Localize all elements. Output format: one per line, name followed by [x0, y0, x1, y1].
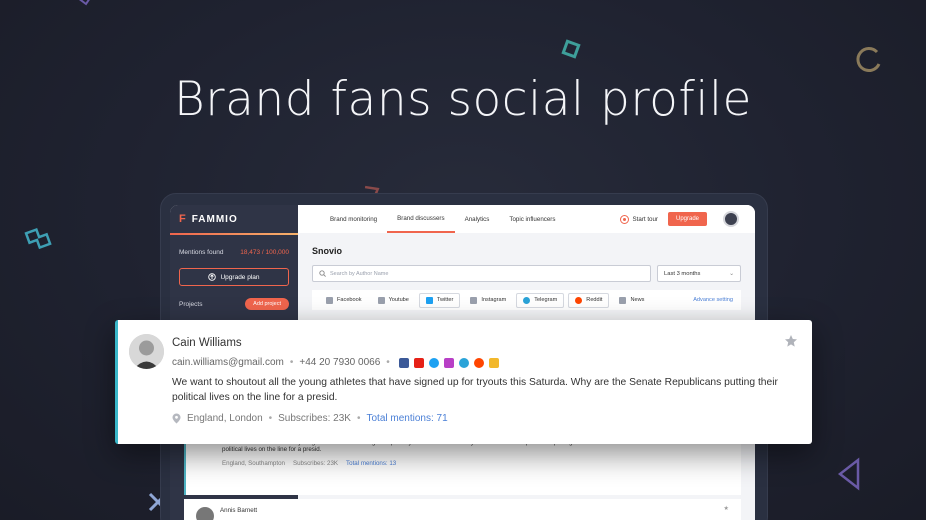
advance-setting-link[interactable]: Advance setting: [693, 297, 733, 303]
search-icon: [319, 270, 326, 277]
total-mentions-link[interactable]: Total mentions: 13: [346, 460, 396, 467]
separator-dot: •: [268, 413, 273, 424]
start-tour-label: Start tour: [632, 215, 658, 223]
youtube-icon[interactable]: [413, 357, 424, 368]
upgrade-plan-label: Upgrade plan: [220, 273, 260, 281]
tab-topic-influencers[interactable]: Topic influencers: [499, 205, 565, 233]
chevron-down-icon: ⌄: [729, 270, 734, 277]
twitter-icon: [425, 296, 433, 304]
profile-card[interactable]: Cain Williams cain.williams@gmail.com • …: [115, 320, 812, 444]
page-title: Snovio: [312, 246, 343, 256]
search-input[interactable]: Search by Author Name: [312, 265, 651, 282]
separator-dot: •: [386, 357, 390, 368]
twitter-icon[interactable]: [428, 357, 439, 368]
post-meta: England, London • Subscribes: 23K • Tota…: [172, 413, 448, 424]
news-icon[interactable]: [488, 357, 499, 368]
post-meta: England, Southampton Subscribes: 23K Tot…: [222, 460, 731, 467]
channel-label: Telegram: [534, 297, 558, 303]
subscribes-text: Subscribes: 23K: [292, 460, 339, 467]
telegram-icon[interactable]: [458, 357, 469, 368]
channel-instagram[interactable]: Instagram: [464, 294, 512, 307]
news-icon: [619, 296, 627, 304]
tab-analytics[interactable]: Analytics: [455, 205, 500, 233]
channel-label: Youtube: [388, 297, 409, 303]
cross-deco-icon: [24, 227, 52, 250]
author-name: Annis Barnett: [220, 507, 258, 514]
total-mentions-link[interactable]: Total mentions: 71: [366, 413, 447, 424]
logo-f-icon: F: [179, 213, 187, 225]
channel-twitter[interactable]: Twitter: [418, 292, 461, 308]
projects-row: Projects Add project: [179, 298, 289, 310]
telegram-icon: [523, 296, 531, 304]
user-avatar[interactable]: [723, 211, 739, 227]
square-deco-icon: [561, 39, 581, 59]
period-value: Last 3 months: [664, 270, 701, 277]
location-text: England, London: [187, 413, 263, 424]
avatar: [196, 507, 214, 520]
facebook-icon: [326, 296, 333, 304]
upgrade-plan-button[interactable]: Upgrade plan: [179, 268, 289, 286]
channel-facebook[interactable]: Facebook: [320, 294, 368, 307]
avatar: [129, 334, 164, 369]
youtube-icon: [377, 296, 385, 304]
phone-text: +44 20 7930 0066: [299, 357, 381, 368]
instagram-icon: [470, 296, 478, 304]
channel-label: Reddit: [586, 297, 603, 303]
mentions-found: Mentions found 18,473 / 100,000: [179, 249, 289, 256]
upgrade-button[interactable]: Upgrade: [667, 212, 707, 226]
hero-title: Brand fans social profile: [174, 72, 752, 127]
facebook-icon[interactable]: [398, 357, 409, 368]
list-item[interactable]: Annis Barnett ★: [184, 499, 741, 520]
search-placeholder: Search by Author Name: [330, 270, 389, 277]
channel-label: Facebook: [337, 297, 362, 303]
add-project-button[interactable]: Add project: [245, 298, 289, 310]
email-text[interactable]: cain.williams@gmail.com: [172, 357, 284, 368]
separator-dot: •: [289, 357, 294, 368]
channel-filter: Facebook Youtube Twitter Instagram Teleg…: [312, 290, 741, 310]
triangle-deco-icon: [79, 0, 90, 6]
contact-row: cain.williams@gmail.com • +44 20 7930 00…: [172, 357, 499, 368]
instagram-icon[interactable]: [443, 357, 454, 368]
channel-youtube[interactable]: Youtube: [372, 294, 415, 307]
mentions-value: 18,473 / 100,000: [240, 249, 289, 256]
projects-label: Projects: [179, 300, 203, 308]
start-tour-button[interactable]: Start tour: [619, 214, 668, 224]
channel-label: Twitter: [436, 297, 454, 303]
topbar: Brand monitoring Brand discussers Analyt…: [298, 205, 755, 233]
channel-news[interactable]: News: [613, 294, 650, 307]
tab-brand-monitoring[interactable]: Brand monitoring: [320, 205, 387, 233]
location-text: England, Southampton: [222, 460, 285, 467]
channel-label: News: [630, 297, 645, 303]
channel-reddit[interactable]: Reddit: [568, 292, 610, 308]
separator-dot: •: [356, 413, 361, 424]
brand-name: FAMMIO: [191, 213, 238, 225]
star-icon[interactable]: [784, 334, 798, 348]
subscribes-text: Subscribes: 23K: [278, 413, 351, 424]
reddit-icon: [575, 296, 583, 304]
post-text: We want to shoutout all the young athlet…: [172, 377, 778, 403]
tab-brand-discussers[interactable]: Brand discussers: [387, 205, 455, 233]
reddit-icon[interactable]: [473, 357, 484, 368]
brand-logo[interactable]: F FAMMIO: [179, 205, 289, 233]
triangle-outline-deco-icon: [837, 457, 860, 491]
channel-telegram[interactable]: Telegram: [516, 292, 565, 308]
period-select[interactable]: Last 3 months ⌄: [657, 265, 741, 282]
ring-deco-icon: [856, 47, 881, 72]
upgrade-arrow-icon: [208, 273, 217, 281]
tour-icon: [619, 214, 629, 224]
brand-divider: [170, 233, 298, 235]
post-text-line: political lives on the line for a presid…: [222, 446, 322, 453]
star-icon[interactable]: ★: [723, 505, 729, 512]
mentions-label: Mentions found: [179, 249, 224, 256]
social-icons: [398, 357, 499, 368]
channel-label: Instagram: [481, 297, 507, 303]
location-pin-icon: [172, 413, 181, 424]
author-name[interactable]: Cain Williams: [172, 337, 242, 349]
